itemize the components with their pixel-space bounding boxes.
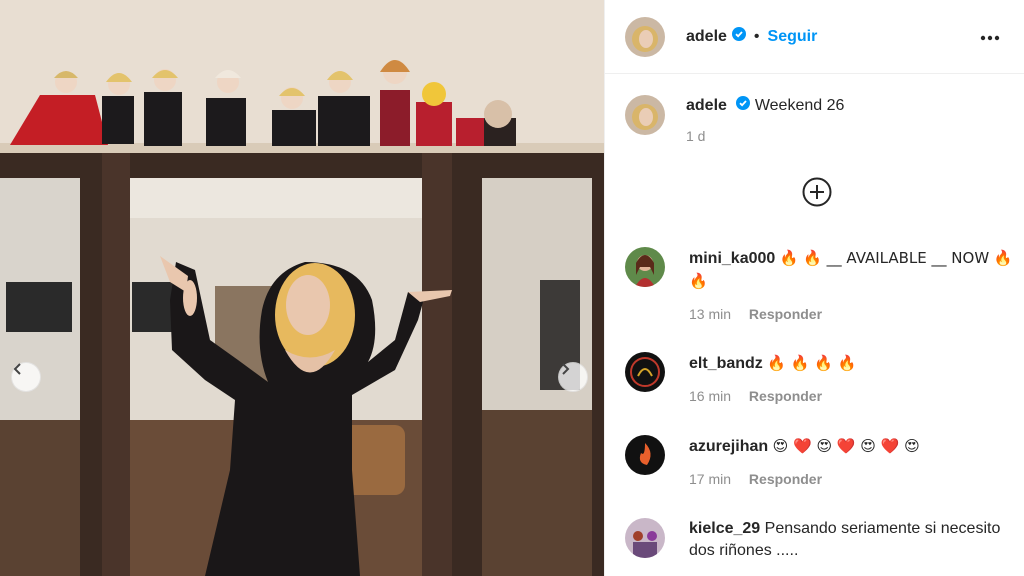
comment-avatar[interactable]: [625, 435, 665, 475]
load-more-comments-button[interactable]: [801, 176, 833, 208]
comment-timestamp[interactable]: 16 min: [689, 388, 731, 404]
post-caption: adele Weekend 26 1 d: [625, 95, 844, 147]
carousel-prev-button[interactable]: [11, 362, 41, 392]
comment-avatar[interactable]: [625, 518, 665, 558]
post-header: adele • Seguir: [605, 0, 1024, 74]
caption-username[interactable]: adele: [686, 97, 727, 114]
comment-username[interactable]: mini_ka000: [689, 250, 775, 267]
comment-timestamp[interactable]: 13 min: [689, 306, 731, 322]
reply-button[interactable]: Responder: [749, 388, 822, 404]
comment-username[interactable]: elt_bandz: [689, 355, 763, 372]
comment-text: 😍 ❤️ 😍 ❤️ 😍 ❤️ 😍: [772, 437, 920, 455]
comment-item: elt_bandz 🔥 🔥 🔥 🔥 16 min Responder: [625, 352, 1020, 407]
post-side-panel: adele • Seguir adele Weekend 26 1 d mini…: [604, 0, 1024, 576]
more-options-button[interactable]: [978, 25, 1002, 49]
comment-avatar[interactable]: [625, 247, 665, 287]
author-username[interactable]: adele: [686, 28, 727, 46]
post-photo[interactable]: [0, 0, 604, 576]
follow-button[interactable]: Seguir: [768, 28, 818, 46]
comment-username[interactable]: kielce_29: [689, 520, 760, 537]
carousel-next-button[interactable]: [558, 362, 588, 392]
comment-avatar[interactable]: [625, 352, 665, 392]
plus-circle-icon: [801, 177, 833, 212]
header-separator: •: [753, 27, 760, 45]
comment-username[interactable]: azurejihan: [689, 438, 768, 455]
comment-item: azurejihan 😍 ❤️ 😍 ❤️ 😍 ❤️ 😍 17 min Respo…: [625, 435, 1020, 490]
caption-avatar[interactable]: [625, 95, 665, 135]
reply-button[interactable]: Responder: [749, 471, 822, 487]
caption-text: Weekend 26: [754, 97, 845, 115]
comment-item: kielce_29 Pensando seriamente si necesit…: [625, 518, 1020, 562]
comment-item: mini_ka000 🔥 🔥 __ AVAILABLE __ NOW 🔥 🔥 1…: [625, 247, 1020, 325]
verified-badge-icon: [731, 27, 746, 46]
author-avatar[interactable]: [625, 16, 665, 57]
reply-button[interactable]: Responder: [749, 306, 822, 322]
verified-badge-icon: [736, 95, 751, 117]
comment-text: 🔥 🔥 🔥 🔥: [767, 354, 857, 372]
caption-timestamp[interactable]: 1 d: [686, 125, 844, 147]
more-horizontal-icon: [980, 28, 1000, 46]
photo-illustration: [0, 0, 604, 576]
comment-timestamp[interactable]: 17 min: [689, 471, 731, 487]
